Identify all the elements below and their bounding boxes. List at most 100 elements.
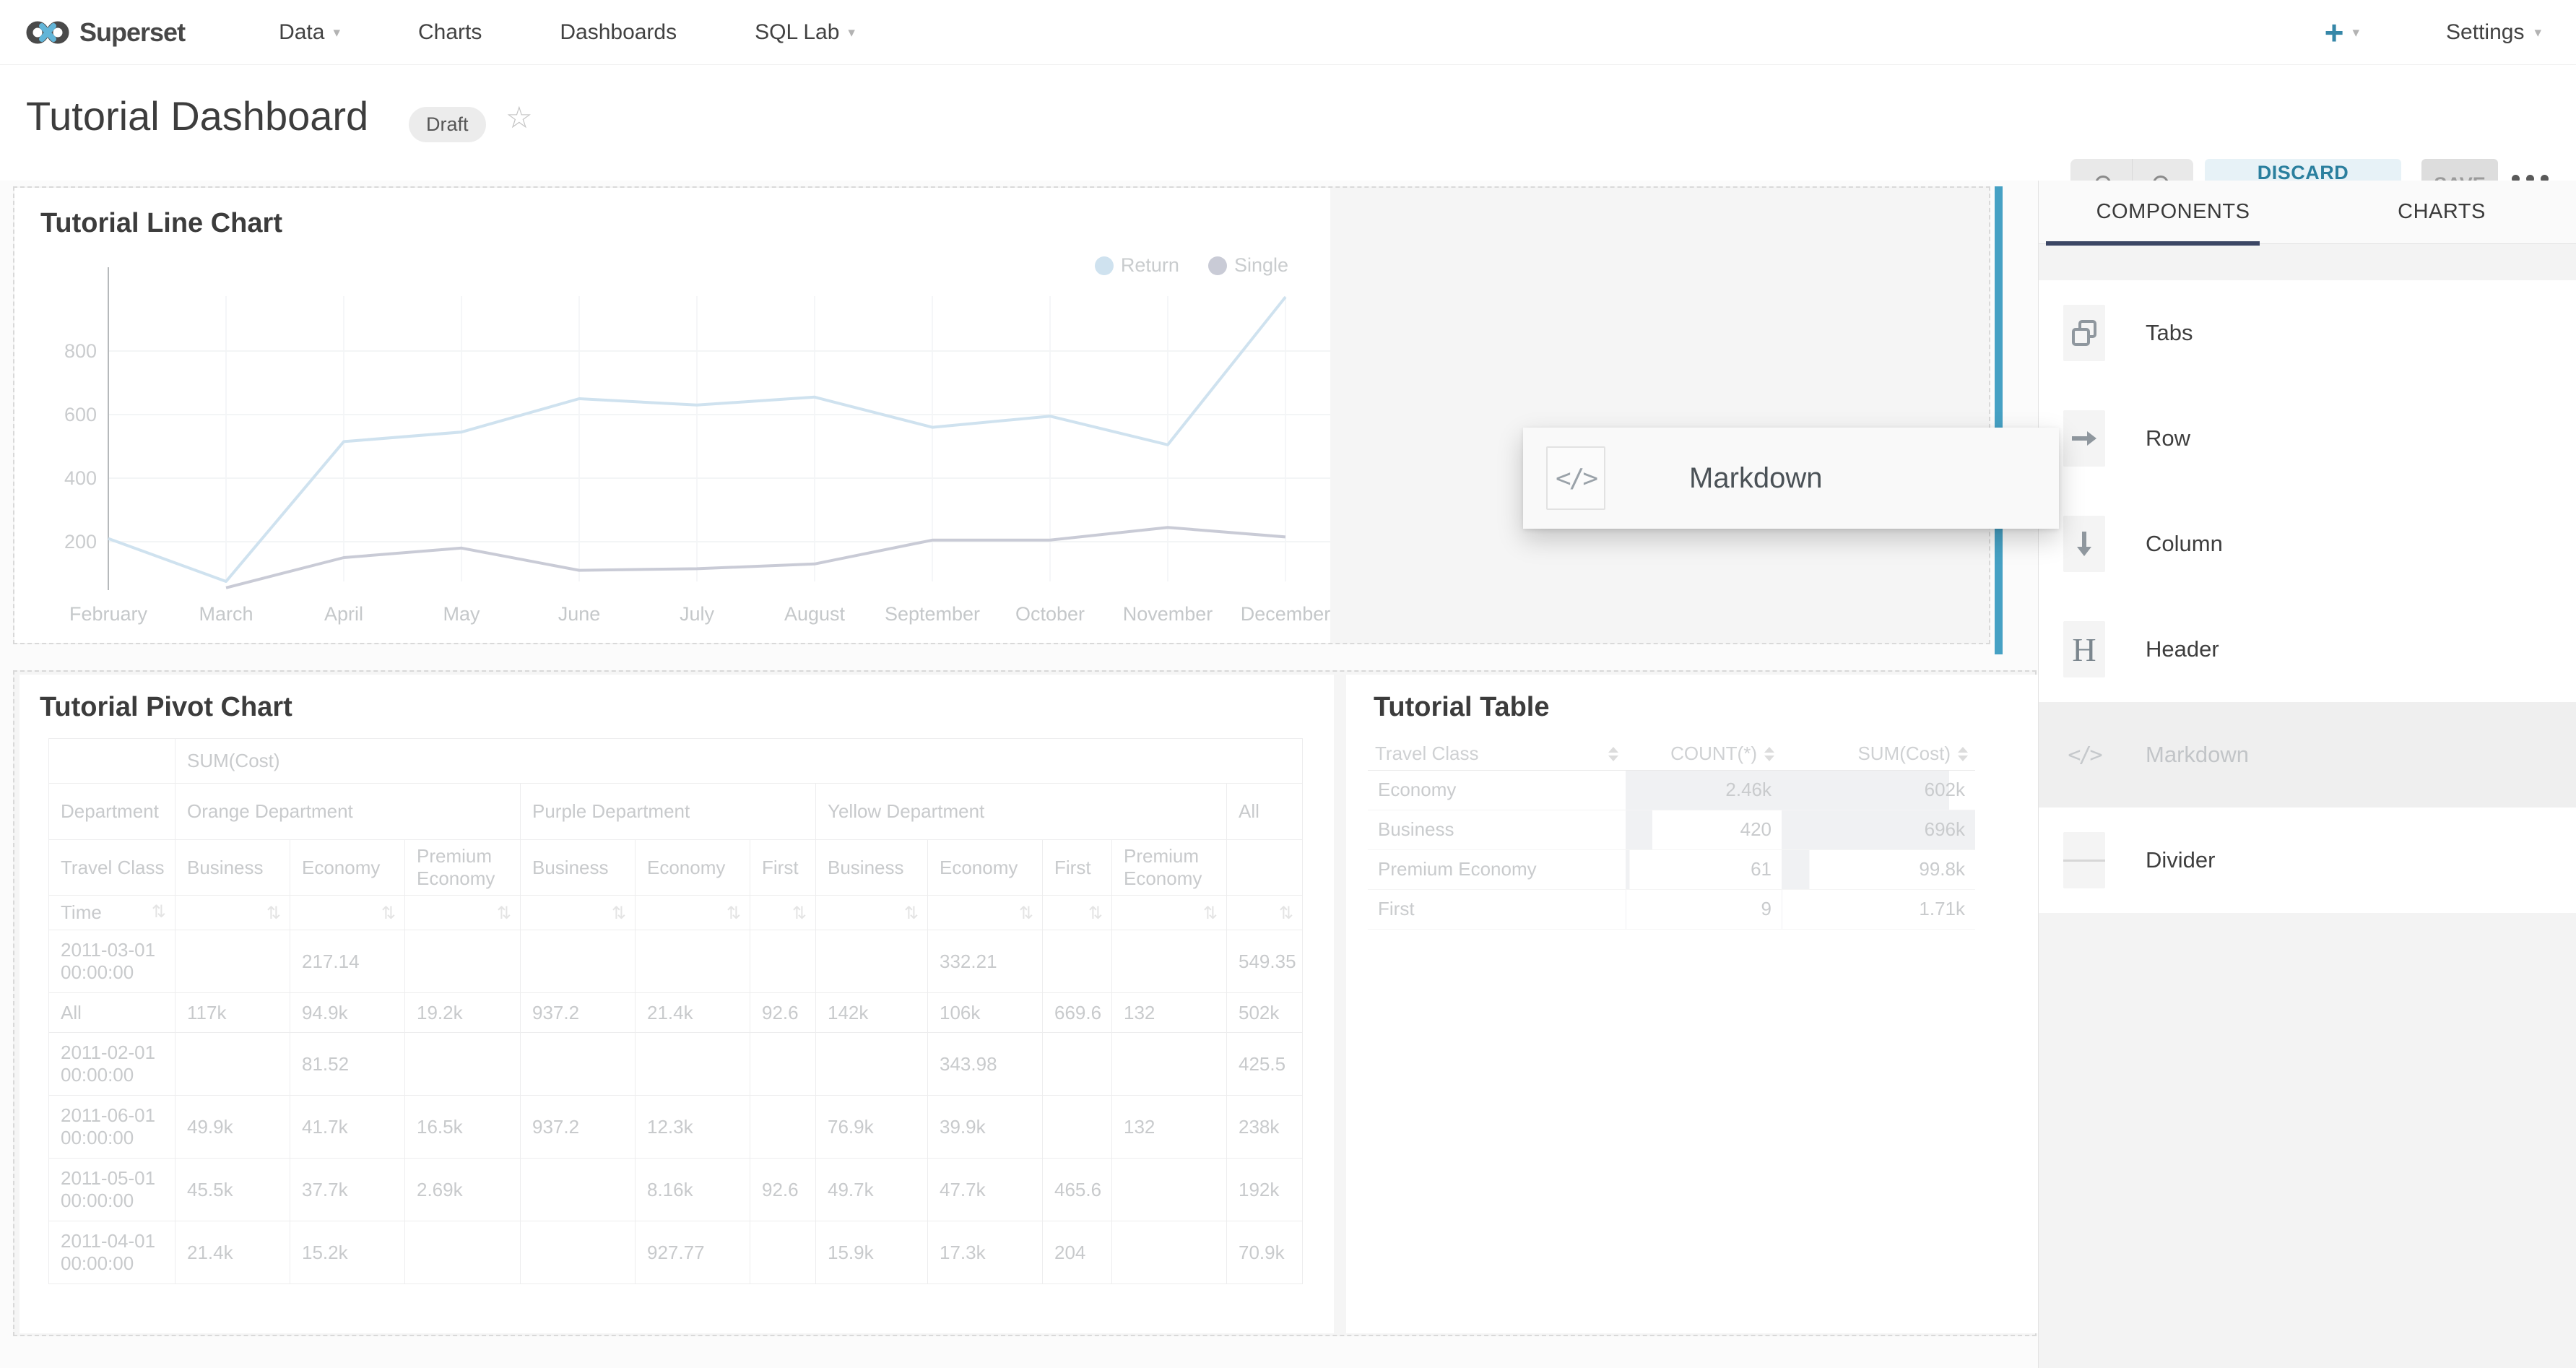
component-item-row[interactable]: Row <box>2039 386 2576 491</box>
pivot-cell: 39.9k <box>928 1096 1043 1159</box>
chevron-down-icon: ▾ <box>2534 25 2541 40</box>
nav-item-charts[interactable]: Charts <box>418 20 482 45</box>
pivot-cell: 76.9k <box>816 1096 928 1159</box>
pivot-col-header: Business <box>175 840 290 896</box>
count-cell: 420 <box>1626 810 1782 849</box>
favorite-star-icon[interactable]: ☆ <box>506 100 533 135</box>
sort-icon[interactable] <box>1608 747 1618 761</box>
pivot-cell: 669.6 <box>1043 993 1112 1033</box>
pivot-cell <box>1112 1159 1227 1221</box>
table-chart-card[interactable]: Tutorial Table Travel ClassCOUNT(*)SUM(C… <box>1346 675 2038 1333</box>
pivot-cell: 8.16k <box>636 1159 750 1221</box>
pivot-cell: 238k <box>1227 1096 1303 1159</box>
sort-icon[interactable]: ⇅ <box>381 903 400 923</box>
pivot-cell: 81.52 <box>290 1033 405 1096</box>
pivot-col-header: First <box>1043 840 1112 896</box>
svg-text:March: March <box>199 603 253 625</box>
sort-icon[interactable]: ⇅ <box>1203 903 1222 923</box>
pivot-col-header: Economy <box>928 840 1043 896</box>
pivot-chart-card[interactable]: Tutorial Pivot Chart SUM(Cost)Department… <box>19 675 1334 1333</box>
dragged-markdown-card[interactable]: </> Markdown <box>1523 428 2059 529</box>
pivot-group-header: Orange Department <box>175 784 521 840</box>
pivot-group-header: Purple Department <box>521 784 816 840</box>
navbar: Superset Data▾ Charts Dashboards SQL Lab▾ +… <box>0 0 2576 65</box>
component-label: Markdown <box>2146 742 2249 768</box>
svg-text:December: December <box>1241 603 1330 625</box>
drag-card-label: Markdown <box>1689 462 1823 495</box>
pivot-cell <box>750 1033 816 1096</box>
pivot-cell: 332.21 <box>928 930 1043 993</box>
sort-icon[interactable]: ⇅ <box>792 903 811 923</box>
markdown-icon: </> <box>2063 727 2105 783</box>
pivot-cell: 465.6 <box>1043 1159 1112 1221</box>
sort-icon[interactable]: ⇅ <box>1279 903 1298 923</box>
pivot-cell: 19.2k <box>405 993 521 1033</box>
column-icon <box>2063 516 2105 572</box>
pivot-cell: 21.4k <box>175 1221 290 1284</box>
pivot-cell: 17.3k <box>928 1221 1043 1284</box>
sort-icon[interactable]: ⇅ <box>152 901 170 922</box>
column-header[interactable]: COUNT(*) <box>1626 738 1782 770</box>
component-item-column[interactable]: Column <box>2039 491 2576 597</box>
pivot-cell: 132 <box>1112 1096 1227 1159</box>
nav-item-data[interactable]: Data▾ <box>279 20 340 45</box>
component-item-markdown[interactable]: </> Markdown <box>2039 702 2576 808</box>
pivot-cell <box>1043 1096 1112 1159</box>
pivot-cell: 204 <box>1043 1221 1112 1284</box>
superset-logo[interactable]: Superset <box>26 15 185 50</box>
pivot-rowdim-label: Travel Class <box>49 840 175 896</box>
pivot-cell <box>405 1033 521 1096</box>
panel-tab-components[interactable]: COMPONENTS <box>2039 181 2307 243</box>
pivot-cell: 502k <box>1227 993 1303 1033</box>
pivot-row-label: 2011-03-01 00:00:00 <box>49 930 175 993</box>
sort-icon[interactable] <box>1764 747 1774 761</box>
pivot-cell <box>521 930 636 993</box>
divider-icon <box>2063 832 2105 888</box>
svg-text:June: June <box>558 603 601 625</box>
sort-icon[interactable]: ⇅ <box>1088 903 1107 923</box>
line-chart-card[interactable]: Tutorial Line Chart ReturnSingle 2004006… <box>14 188 1330 643</box>
dashboard-row-1: Tutorial Line Chart ReturnSingle 2004006… <box>13 186 1990 644</box>
pivot-group-header: Yellow Department <box>816 784 1227 840</box>
pivot-row-label: 2011-05-01 00:00:00 <box>49 1159 175 1221</box>
page-title[interactable]: Tutorial Dashboard <box>26 92 368 139</box>
superset-infinity-icon <box>26 15 69 50</box>
column-header[interactable]: SUM(Cost) <box>1782 738 1975 770</box>
nav-item-dashboards[interactable]: Dashboards <box>560 20 677 45</box>
pivot-cell <box>1112 930 1227 993</box>
sort-icon[interactable]: ⇅ <box>497 903 516 923</box>
new-item-button[interactable]: + ▾ <box>2325 16 2359 49</box>
panel-tab-charts[interactable]: CHARTS <box>2307 181 2576 243</box>
component-label: Column <box>2146 531 2223 557</box>
pivot-cell <box>750 1096 816 1159</box>
chevron-down-icon: ▾ <box>848 25 855 40</box>
travel-class-cell: Economy <box>1368 770 1626 810</box>
pivot-cell: 2.69k <box>405 1159 521 1221</box>
count-cell: 9 <box>1626 889 1782 929</box>
component-label: Divider <box>2146 847 2215 873</box>
component-item-header[interactable]: HHeader <box>2039 597 2576 702</box>
sort-icon[interactable]: ⇅ <box>612 903 630 923</box>
settings-menu[interactable]: Settings ▾ <box>2446 20 2541 45</box>
nav-right: + ▾ Settings ▾ <box>2325 16 2576 49</box>
component-item-divider[interactable]: Divider <box>2039 808 2576 913</box>
sort-icon[interactable] <box>1958 747 1968 761</box>
nav-item-sql-lab[interactable]: SQL Lab▾ <box>755 20 855 45</box>
column-header[interactable]: Travel Class <box>1368 738 1626 770</box>
sort-icon[interactable]: ⇅ <box>1019 903 1038 923</box>
component-item-tabs[interactable]: Tabs <box>2039 280 2576 386</box>
pivot-cell <box>521 1221 636 1284</box>
pivot-cell <box>1043 930 1112 993</box>
dashboard-header: Tutorial Dashboard Draft ☆ ↶ ↷ DISCARD C… <box>0 65 2576 181</box>
travel-class-cell: First <box>1368 889 1626 929</box>
svg-text:April: April <box>324 603 363 625</box>
pivot-row-label: All <box>49 993 175 1033</box>
pivot-cell: 15.9k <box>816 1221 928 1284</box>
pivot-cell: 142k <box>816 993 928 1033</box>
sort-icon[interactable]: ⇅ <box>904 903 923 923</box>
svg-text:September: September <box>885 603 980 625</box>
pivot-cell: 927.77 <box>636 1221 750 1284</box>
pivot-cell: 12.3k <box>636 1096 750 1159</box>
sort-icon[interactable]: ⇅ <box>266 903 285 923</box>
sort-icon[interactable]: ⇅ <box>727 903 745 923</box>
